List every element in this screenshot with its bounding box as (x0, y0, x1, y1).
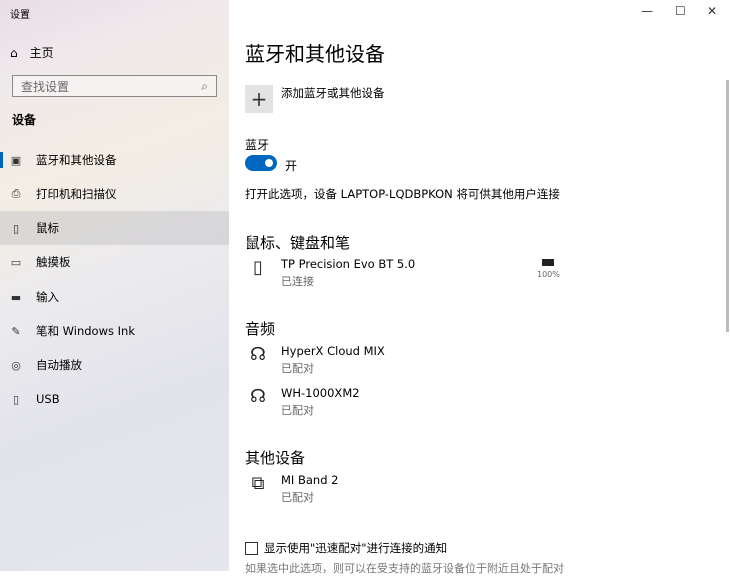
swift-pair-checkbox[interactable]: 显示使用"迅速配对"进行连接的通知 (245, 540, 447, 556)
home-icon: ⌂ (10, 45, 18, 60)
device-icon: ⧉ (251, 473, 265, 494)
sidebar-item-label: 触摸板 (36, 255, 71, 269)
sidebar-item-typing[interactable]: ▬ 输入 (0, 280, 229, 314)
minimize-button[interactable]: — (641, 4, 653, 18)
home-label: 主页 (29, 46, 54, 60)
scrollbar[interactable] (726, 80, 729, 332)
bluetooth-state: 开 (285, 159, 298, 173)
add-device-label: 添加蓝牙或其他设备 (281, 86, 385, 100)
mouse-icon: ▯ (12, 221, 20, 235)
bluetooth-devices-icon: ▣ (10, 153, 22, 167)
sidebar: 设置 ⌂ 主页 查找设置 ⌕ 设备 ▣ 蓝牙和其他设备 ⎙ 打印机和扫描仪 ▯ 鼠标 ▭ 触… (0, 0, 229, 571)
search-icon: ⌕ (201, 78, 208, 93)
headphones-icon: ☊ (250, 344, 266, 365)
device-status: 已配对 (281, 491, 314, 504)
keyboard-icon: ▬ (10, 290, 22, 304)
pen-icon: ✎ (11, 324, 21, 338)
sidebar-item-label: 鼠标 (36, 221, 59, 235)
plus-icon: + (245, 85, 273, 113)
sidebar-item-mouse[interactable]: ▯ 鼠标 (0, 211, 229, 245)
sidebar-item-label: 蓝牙和其他设备 (36, 153, 117, 167)
device-name: MI Band 2 (281, 473, 339, 487)
device-name: TP Precision Evo BT 5.0 (281, 257, 416, 271)
group-heading: 音频 (245, 320, 276, 338)
window-title: 设置 (10, 10, 30, 21)
sidebar-item-pen[interactable]: ✎ 笔和 Windows Ink (0, 314, 229, 348)
sidebar-item-label: 输入 (36, 290, 59, 304)
mouse-icon: ▯ (253, 257, 263, 278)
page-title: 蓝牙和其他设备 (245, 42, 385, 66)
usb-icon: ▯ (12, 392, 20, 406)
device-status: 已连接 (281, 275, 314, 288)
checkbox-box[interactable] (245, 541, 258, 555)
sidebar-home[interactable]: ⌂ 主页 (10, 44, 54, 61)
sidebar-item-autoplay[interactable]: ◎ 自动播放 (0, 348, 229, 382)
search-placeholder: 查找设置 (21, 79, 70, 94)
sidebar-item-label: 笔和 Windows Ink (36, 324, 135, 338)
device-item[interactable]: ☊ WH-1000XM2 已配对 (247, 386, 360, 418)
battery-indicator: 100% (537, 259, 560, 279)
group-heading: 其他设备 (245, 449, 306, 467)
device-item[interactable]: ☊ HyperX Cloud MIX 已配对 (247, 344, 385, 376)
headset-icon: ☊ (250, 386, 266, 407)
bluetooth-label: 蓝牙 (245, 138, 270, 152)
device-name: WH-1000XM2 (281, 386, 360, 400)
maximize-button[interactable]: ☐ (675, 4, 686, 18)
bluetooth-toggle[interactable] (245, 155, 277, 171)
swift-pair-note: 如果选中此选项，则可以在受支持的蓝牙设备位于附近且处于配对 (245, 562, 564, 575)
add-device-button[interactable]: + 添加蓝牙或其他设备 (245, 85, 385, 113)
touchpad-icon: ▭ (10, 255, 22, 269)
content-pane: — ☐ ✕ 蓝牙和其他设备 + 添加蓝牙或其他设备 蓝牙 开 打开此选项，设备 L… (229, 0, 730, 575)
device-item[interactable]: ⧉ MI Band 2 已配对 (247, 473, 339, 505)
autoplay-icon: ◎ (11, 358, 21, 372)
search-input[interactable]: 查找设置 ⌕ (12, 75, 217, 97)
section-heading: 设备 (12, 113, 37, 127)
close-button[interactable]: ✕ (707, 4, 717, 18)
sidebar-item-bluetooth[interactable]: ▣ 蓝牙和其他设备 (0, 143, 229, 177)
sidebar-item-label: USB (36, 392, 60, 406)
battery-percent: 100% (537, 270, 560, 279)
group-heading: 鼠标、键盘和笔 (245, 234, 351, 252)
device-name: HyperX Cloud MIX (281, 344, 385, 358)
sidebar-item-usb[interactable]: ▯ USB (0, 382, 229, 416)
discoverable-text: 打开此选项，设备 LAPTOP-LQDBPKON 将可供其他用户连接 (245, 187, 560, 201)
swift-pair-label: 显示使用"迅速配对"进行连接的通知 (264, 541, 448, 555)
sidebar-item-label: 自动播放 (36, 358, 82, 372)
device-status: 已配对 (281, 404, 314, 417)
sidebar-item-label: 打印机和扫描仪 (36, 187, 117, 201)
device-item[interactable]: ▯ TP Precision Evo BT 5.0 已连接 (247, 257, 415, 289)
printer-icon: ⎙ (11, 187, 21, 200)
sidebar-item-touchpad[interactable]: ▭ 触摸板 (0, 245, 229, 279)
device-status: 已配对 (281, 362, 314, 375)
sidebar-item-printers[interactable]: ⎙ 打印机和扫描仪 (0, 177, 229, 211)
battery-icon (542, 259, 555, 266)
